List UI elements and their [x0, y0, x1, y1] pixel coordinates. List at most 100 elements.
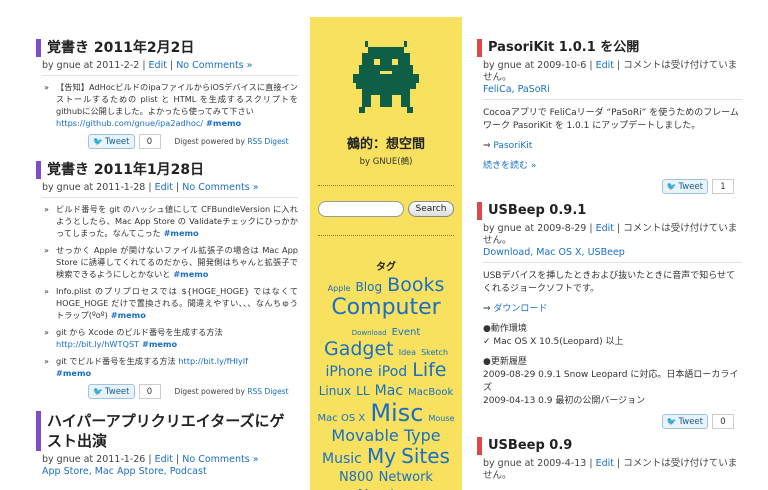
- tweet-button[interactable]: 🐦 Tweet: [661, 179, 708, 194]
- post-body: Cocoaアプリで FeliCaリーダ “PaSoRi” を使うためのフレームワ…: [483, 108, 739, 131]
- tweet-count: 1: [712, 179, 734, 194]
- tag-link[interactable]: Mac: [375, 383, 403, 399]
- tweet-label: Tweet: [678, 181, 703, 192]
- rss-digest-link[interactable]: RSS Digest: [247, 387, 288, 396]
- tag-link[interactable]: Computer: [331, 295, 440, 320]
- memo-tag[interactable]: #memo: [161, 228, 199, 238]
- tag-link[interactable]: My: [367, 444, 396, 468]
- history: ●更新履歴 2009-08-29 0.9.1 Snow Leopard に対応。日…: [483, 356, 742, 408]
- tag-link[interactable]: Idea: [399, 348, 416, 357]
- post-meta: by gnue at 2011-1-26 | Edit | No Comment…: [42, 454, 298, 481]
- memo-tag[interactable]: #memo: [203, 118, 241, 128]
- page: 覚書き 2011年2月2日 by gnue at 2011-2-2 | Edit…: [0, 0, 768, 490]
- tweet-button[interactable]: 🐦 Tweet: [88, 134, 135, 149]
- tag-link[interactable]: Download: [352, 329, 387, 337]
- share-row: 🐦 Tweet 0 Digest powered by RSS Digest: [88, 384, 298, 399]
- tag-link[interactable]: Type: [404, 426, 441, 445]
- tweet-count: 0: [138, 384, 161, 399]
- tag-link[interactable]: Blog: [356, 280, 383, 294]
- post: PasoriKit 1.0.1 を公開 by gnue at 2009-10-6…: [477, 39, 742, 194]
- post-categories[interactable]: App Store, Mac App Store, Podcast: [42, 466, 207, 477]
- site-title[interactable]: 鵺的：想空間: [310, 133, 462, 152]
- post-title[interactable]: 覚書き 2011年2月2日: [36, 39, 298, 57]
- comments-link[interactable]: No Comments »: [182, 454, 258, 465]
- post: 覚書き 2011年1月28日 by gnue at 2011-1-28 | Ed…: [36, 161, 298, 399]
- share-row: 🐦 Tweet 0 Digest powered by RSS Digest: [88, 134, 298, 149]
- edit-link[interactable]: Edit: [155, 454, 173, 465]
- memo-tag[interactable]: #memo: [170, 269, 208, 279]
- tag-link[interactable]: Misc: [370, 399, 423, 427]
- search-form: Search: [310, 201, 462, 217]
- search-input[interactable]: [317, 201, 404, 217]
- tag-link[interactable]: Mouse: [428, 414, 454, 423]
- tag-link[interactable]: iPod: [378, 364, 407, 380]
- digest-credit: Digest powered by RSS Digest: [175, 137, 289, 146]
- tag-link[interactable]: MacBook: [408, 387, 453, 398]
- edit-link[interactable]: Edit: [596, 60, 614, 71]
- memo-link[interactable]: http://bit.ly/fHIylf: [178, 356, 248, 366]
- list-item: 【告知】AdHocビルドのipaファイルからiOSデバイスに直接インストールする…: [44, 81, 298, 129]
- memo-tag[interactable]: #memo: [139, 339, 177, 349]
- history-entry: 2009-08-29 0.9.1 Snow Leopard に対応。日本語ローカ…: [483, 370, 739, 393]
- post-title[interactable]: USBeep 0.9.1: [477, 202, 742, 220]
- tag-link[interactable]: N800: [339, 470, 374, 486]
- tag-link[interactable]: Event: [392, 327, 421, 338]
- tweet-button[interactable]: 🐦 Tweet: [88, 384, 135, 399]
- post-categories[interactable]: FeliCa, PaSoRi: [483, 84, 550, 95]
- tag-link[interactable]: Movable: [331, 426, 398, 445]
- tweet-label: Tweet: [678, 416, 703, 427]
- mascot-icon: [353, 41, 419, 113]
- memo-link[interactable]: http://bit.ly/hWTQST: [56, 339, 139, 349]
- post-categories[interactable]: Download, Mac OS X, USBeep: [483, 247, 625, 258]
- tag-link[interactable]: Books: [387, 274, 444, 296]
- tag-link[interactable]: Newton: [357, 486, 414, 490]
- tag-link[interactable]: Music: [322, 451, 362, 467]
- tag-link[interactable]: Apple: [328, 284, 351, 293]
- pasorikit-link[interactable]: PasoriKit: [493, 141, 532, 151]
- search-button[interactable]: Search: [407, 201, 455, 217]
- edit-link[interactable]: Edit: [596, 223, 614, 234]
- tag-link[interactable]: Network: [379, 470, 433, 486]
- tag-link[interactable]: Sites: [401, 444, 450, 468]
- tag-link[interactable]: Gadget: [324, 338, 394, 360]
- post-title[interactable]: USBeep 0.9: [477, 437, 742, 455]
- post-title[interactable]: ハイパーアプリクリエイターズにゲスト出演: [36, 411, 298, 451]
- post-meta: by gnue at 2009-8-29 | Edit | コメントは受け付けて…: [483, 223, 742, 263]
- tag-link[interactable]: Life: [412, 359, 446, 381]
- post: 覚書き 2011年2月2日 by gnue at 2011-2-2 | Edit…: [36, 39, 298, 149]
- read-more: 続きを読む »: [483, 160, 742, 173]
- memo-tag[interactable]: #memo: [108, 310, 146, 320]
- edit-link[interactable]: Edit: [149, 60, 167, 71]
- comments-link[interactable]: No Comments »: [182, 182, 258, 193]
- tweet-count: 0: [712, 414, 734, 429]
- tag-link[interactable]: Sketch: [421, 348, 448, 357]
- arrow-icon: ⇒: [483, 141, 494, 151]
- right-column: PasoriKit 1.0.1 を公開 by gnue at 2009-10-6…: [477, 17, 742, 490]
- sidebar: 鵺的：想空間 by GNUE(鵺) Search タグ Apple Blog B…: [310, 17, 462, 490]
- edit-link[interactable]: Edit: [596, 458, 614, 469]
- tweet-count: 0: [138, 134, 161, 149]
- rss-digest-link[interactable]: RSS Digest: [247, 137, 288, 146]
- list-item: Info.plist のプリプロセスでは ${HOGE_HOGE} ではなくて …: [44, 285, 298, 321]
- memo-tag[interactable]: #memo: [56, 368, 91, 378]
- post: USBeep 0.9.1 by gnue at 2009-8-29 | Edit…: [477, 202, 742, 429]
- post-title[interactable]: PasoriKit 1.0.1 を公開: [477, 39, 742, 57]
- post: ハイパーアプリクリエイターズにゲスト出演 by gnue at 2011-1-2…: [36, 411, 298, 481]
- post-title[interactable]: 覚書き 2011年1月28日: [36, 161, 298, 179]
- comments-link[interactable]: No Comments »: [176, 60, 252, 71]
- tag-link[interactable]: LL: [356, 384, 369, 398]
- post: USBeep 0.9 by gnue at 2009-4-13 | Edit |…: [477, 437, 742, 485]
- tag-link[interactable]: Mac OS X: [318, 413, 366, 424]
- post-meta: by gnue at 2011-1-28 | Edit | No Comment…: [42, 182, 298, 198]
- download-link[interactable]: ダウンロード: [493, 304, 547, 314]
- memo-link[interactable]: https://github.com/gnue/ipa2adhoc/: [56, 118, 203, 128]
- meta-separator: |: [614, 458, 624, 469]
- read-more-link[interactable]: 続きを読む »: [483, 161, 536, 171]
- tag-link[interactable]: iPhone: [326, 364, 373, 380]
- tag-link[interactable]: Linux: [319, 384, 351, 398]
- tweet-button[interactable]: 🐦 Tweet: [661, 414, 708, 429]
- site-header: 鵺的：想空間 by GNUE(鵺): [310, 17, 462, 167]
- list-item: ビルド番号を git のハッシュ値にして CFBundleVersion に入れ…: [44, 203, 298, 239]
- edit-link[interactable]: Edit: [155, 182, 173, 193]
- tag-cloud: Apple Blog Books Computer Download Event…: [310, 273, 462, 490]
